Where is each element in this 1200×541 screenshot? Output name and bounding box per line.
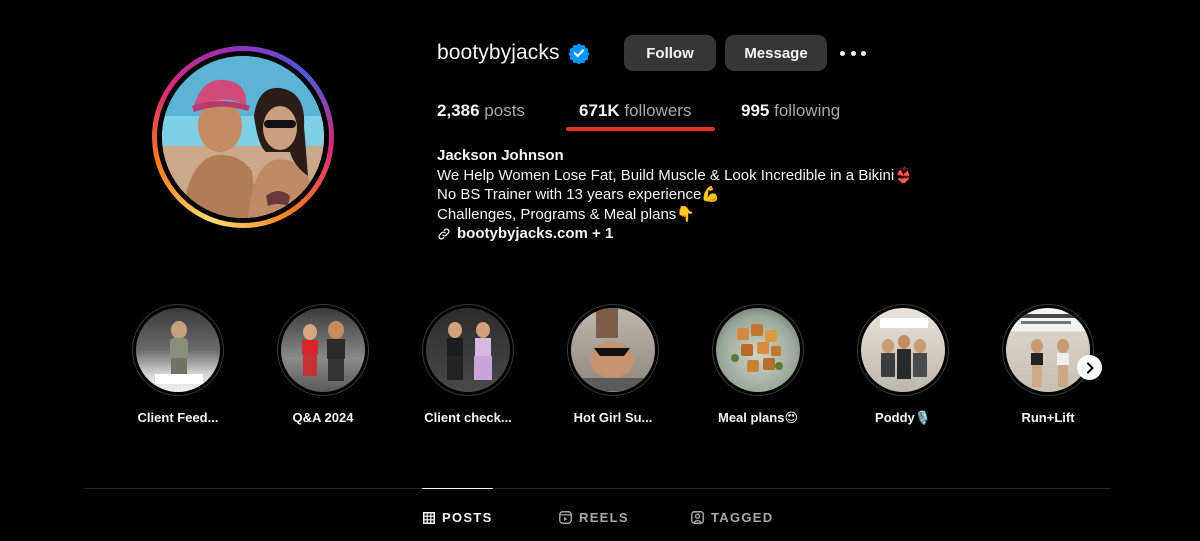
bio-link-text: bootybyjacks.com + 1 <box>457 225 614 243</box>
tab-tagged[interactable]: TAGGED <box>691 510 773 525</box>
highlight-ring <box>712 304 804 396</box>
active-tab-indicator <box>422 488 493 489</box>
highlight-label: Client Feed... <box>137 410 219 425</box>
bio-line-1: We Help Women Lose Fat, Build Muscle & L… <box>437 166 913 184</box>
tab-reels[interactable]: REELS <box>559 510 629 525</box>
grid-icon <box>423 511 435 524</box>
tab-reels-label: REELS <box>579 510 629 525</box>
followers-count: 671K <box>579 101 620 120</box>
link-icon <box>438 228 450 240</box>
more-dot <box>861 50 866 56</box>
verified-badge-icon <box>567 43 590 64</box>
reels-icon <box>559 511 572 524</box>
bio-line-3: Challenges, Programs & Meal plans👇 <box>437 205 695 223</box>
posts-count: 2,386 <box>437 101 480 120</box>
highlight-item[interactable]: Client check... <box>413 304 523 425</box>
stat-following[interactable]: 995 following <box>741 101 840 121</box>
highlight-ring <box>1002 304 1094 396</box>
highlight-item[interactable]: Poddy🎙️ <box>848 304 958 426</box>
following-count: 995 <box>741 101 770 120</box>
following-label: following <box>774 101 841 120</box>
chevron-right-icon <box>1086 362 1093 373</box>
tagged-icon <box>691 511 704 524</box>
story-highlights: Client Feed... Q&A 2024 Client check... … <box>0 304 1200 434</box>
highlight-item[interactable]: Q&A 2024 <box>268 304 378 425</box>
tabs-divider <box>84 488 1111 489</box>
stat-followers[interactable]: 671K followers <box>579 101 691 121</box>
message-button[interactable]: Message <box>725 35 827 71</box>
stat-posts: 2,386 posts <box>437 101 525 121</box>
bio-line-2: No BS Trainer with 13 years experience💪 <box>437 186 720 204</box>
highlights-next-button[interactable] <box>1077 355 1102 380</box>
bio-link[interactable]: bootybyjacks.com + 1 <box>437 224 913 244</box>
followers-highlight-underline <box>566 127 715 131</box>
highlight-ring <box>422 304 514 396</box>
highlight-cover <box>861 308 945 392</box>
highlight-ring <box>132 304 224 396</box>
follow-button[interactable]: Follow <box>624 35 716 71</box>
highlight-label: Meal plans😍 <box>717 410 799 425</box>
more-dot <box>850 50 856 56</box>
avatar-photo-art <box>162 56 324 218</box>
avatar-gap <box>157 51 329 223</box>
highlight-cover <box>136 308 220 392</box>
tab-tagged-label: TAGGED <box>711 510 774 525</box>
more-options-icon[interactable] <box>840 42 866 64</box>
highlight-label: Poddy🎙️ <box>875 410 931 425</box>
highlight-ring <box>857 304 949 396</box>
highlight-cover <box>1006 308 1090 392</box>
highlight-ring <box>277 304 369 396</box>
highlight-item[interactable]: Client Feed... <box>123 304 233 425</box>
highlight-cover <box>426 308 510 392</box>
full-name: Jackson Johnson <box>437 147 564 164</box>
profile-bio: Jackson Johnson We Help Women Lose Fat, … <box>437 146 913 244</box>
avatar[interactable] <box>162 56 324 218</box>
highlight-cover <box>281 308 365 392</box>
highlight-label: Run+Lift <box>1021 410 1075 425</box>
highlight-cover <box>716 308 800 392</box>
highlight-label: Client check... <box>424 410 512 425</box>
highlight-item[interactable]: Hot Girl Su... <box>558 304 668 425</box>
username: bootybyjacks <box>437 41 560 64</box>
highlight-label: Q&A 2024 <box>292 410 354 425</box>
highlight-cover <box>571 308 655 392</box>
tab-posts-label: POSTS <box>442 510 493 525</box>
highlight-item[interactable]: Meal plans😍 <box>703 304 813 426</box>
followers-label: followers <box>624 101 692 120</box>
highlight-ring <box>567 304 659 396</box>
more-dot <box>840 50 845 56</box>
posts-label: posts <box>484 101 525 120</box>
profile-avatar-story-ring[interactable] <box>152 46 334 228</box>
username-row: bootybyjacks <box>437 35 590 71</box>
highlight-label: Hot Girl Su... <box>573 410 653 425</box>
tab-posts[interactable]: POSTS <box>423 510 493 525</box>
